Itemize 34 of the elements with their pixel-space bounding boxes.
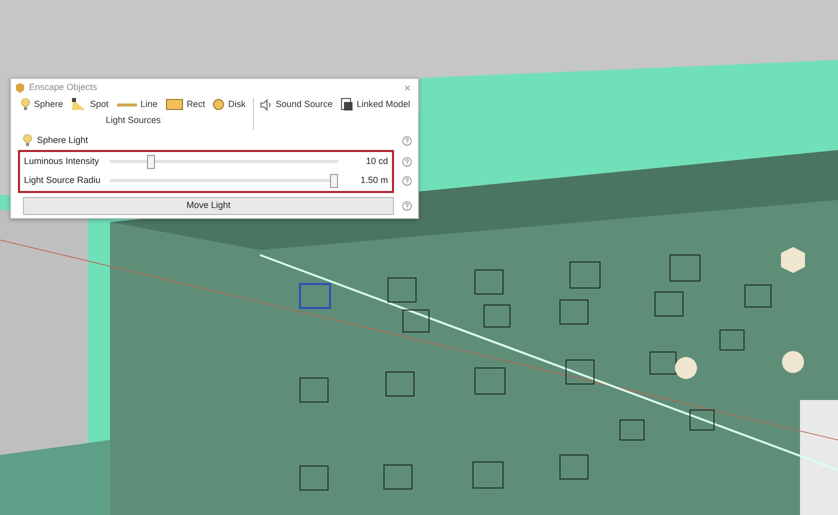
slider-value: 10 cd: [364, 154, 388, 168]
bulb-icon: [23, 134, 32, 147]
rectangle-light-icon: [166, 99, 183, 110]
toolbar-button[interactable]: Line: [114, 98, 160, 112]
help-icon[interactable]: [402, 176, 412, 186]
slider-value: 1.50 m: [359, 174, 388, 187]
slider-thumb[interactable]: [147, 154, 156, 168]
spotlight-icon: [71, 98, 86, 112]
help-icon[interactable]: [402, 200, 412, 211]
help-icon[interactable]: [402, 157, 412, 167]
toolbar-button[interactable]: Sphere: [19, 98, 66, 112]
sphere-light-icon: [675, 357, 697, 379]
move-light-button[interactable]: Move Light: [23, 197, 394, 214]
slider-label: Light Source Radiu: [24, 174, 102, 187]
toolbar-button[interactable]: Linked Model: [338, 98, 412, 112]
sphere-light-icon: [782, 351, 804, 373]
app-logo-icon: [15, 82, 25, 92]
line-light-icon: [116, 102, 137, 107]
hexagon-light-icon: [781, 247, 805, 273]
toolbar-button[interactable]: Sound Source: [258, 98, 335, 112]
speaker-icon: [260, 98, 272, 111]
window-title: Enscape Objects: [29, 80, 98, 94]
toolbar-button[interactable]: Disk: [211, 98, 248, 112]
linked-file-icon: [340, 98, 353, 112]
toolbar-button[interactable]: Rect: [164, 98, 208, 112]
help-icon[interactable]: [402, 136, 412, 146]
bulb-icon: [21, 98, 30, 112]
selected-cube-outline: [299, 283, 331, 309]
disk-light-icon: [213, 99, 224, 110]
slider-label: Luminous Intensity: [24, 154, 100, 168]
toolbar-button[interactable]: Spot: [69, 98, 111, 112]
section-title: Sphere Light: [37, 134, 88, 147]
slider-thumb[interactable]: [330, 174, 338, 188]
group-caption: Light Sources: [104, 114, 162, 127]
